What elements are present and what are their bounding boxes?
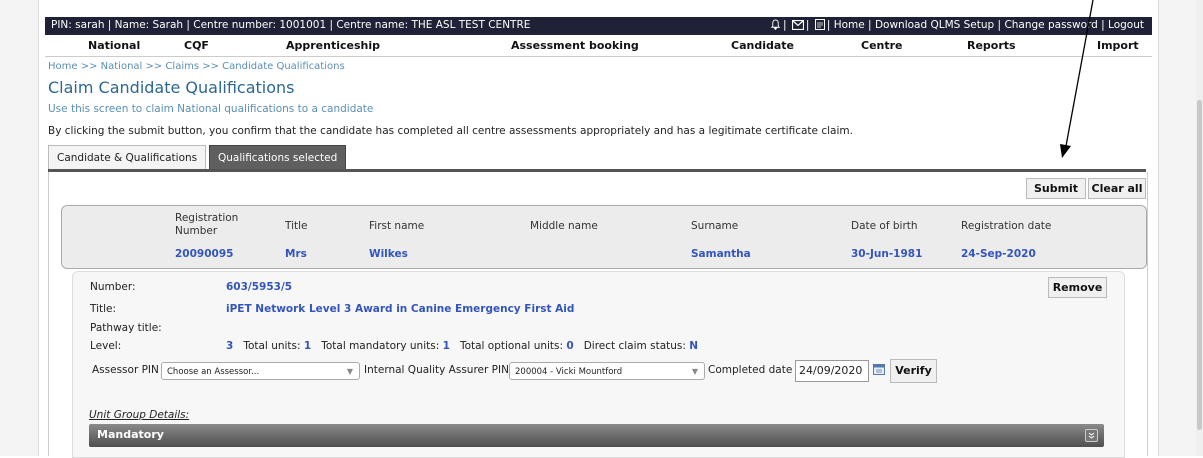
annotation-arrow bbox=[1060, 0, 1094, 158]
